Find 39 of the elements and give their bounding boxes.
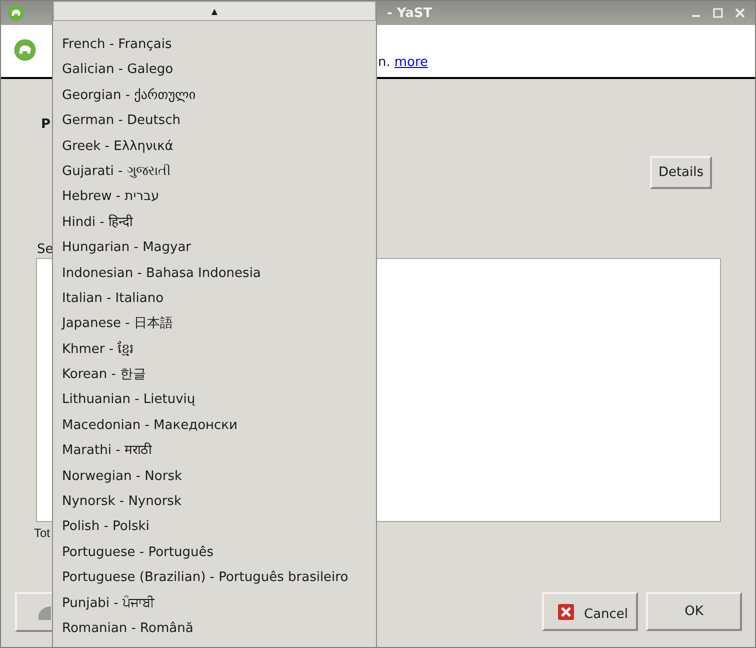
dropdown-item[interactable]: Lithuanian - Lietuvių xyxy=(53,387,376,413)
dropdown-item[interactable]: German - Deutsch xyxy=(53,108,376,134)
dropdown-item[interactable]: Portuguese (Brazilian) - Português brasileiro xyxy=(53,565,376,591)
list-label: Se xyxy=(37,242,54,257)
dropdown-item[interactable]: Indonesian - Bahasa Indonesia xyxy=(53,260,376,286)
dropdown-item[interactable]: Norwegian - Norsk xyxy=(53,464,376,490)
dropdown-item[interactable]: Hindi - हिन्दी xyxy=(53,210,376,236)
total-label: Tot xyxy=(34,526,50,540)
scroll-up-button[interactable]: ▲ xyxy=(53,1,376,21)
dropdown-item[interactable]: Nynorsk - Nynorsk xyxy=(53,489,376,514)
window-title: - YaST xyxy=(387,6,432,20)
dropdown-item[interactable]: Hungarian - Magyar xyxy=(53,235,376,261)
ok-button[interactable]: OK xyxy=(646,592,742,631)
dropdown-item[interactable]: French - Français xyxy=(53,32,376,58)
dropdown-item[interactable]: Portuguese - Português xyxy=(53,540,376,566)
more-link[interactable]: more xyxy=(394,55,428,70)
dropdown-item[interactable]: Macedonian - Македонски xyxy=(53,412,376,438)
close-icon[interactable] xyxy=(735,8,745,18)
cancel-button[interactable]: Cancel xyxy=(542,592,638,631)
dropdown-item[interactable]: Punjabi - ਪੰਜਾਬੀ xyxy=(53,590,376,616)
dropdown-item[interactable]: Marathi - मराठी xyxy=(53,438,376,464)
dropdown-item[interactable]: Romanian - Română xyxy=(53,616,376,642)
dropdown-item[interactable]: Polish - Polski xyxy=(53,514,376,540)
dropdown-item[interactable]: Georgian - ქართული xyxy=(53,82,376,108)
dropdown-item[interactable]: Gujarati - ગુજરાતી xyxy=(53,158,376,184)
app-logo-icon xyxy=(7,4,25,22)
header-text: n. xyxy=(378,55,390,70)
app-logo-icon xyxy=(13,38,37,62)
dropdown-item[interactable]: Hebrew - עברית xyxy=(53,184,376,210)
dropdown-item[interactable]: Korean - 한글 xyxy=(53,362,376,388)
dropdown-item[interactable]: Japanese - 日本語 xyxy=(53,311,376,337)
dropdown-item[interactable]: Greek - Ελληνικά xyxy=(53,134,376,159)
dropdown-item[interactable]: Khmer - ខ្មែរ xyxy=(53,336,376,362)
maximize-icon[interactable] xyxy=(713,8,723,18)
dropdown-item[interactable]: Italian - Italiano xyxy=(53,286,376,312)
cancel-icon xyxy=(558,604,574,620)
details-button[interactable]: Details xyxy=(650,156,712,189)
section-label: P xyxy=(41,117,51,132)
dropdown-item[interactable]: Galician - Galego xyxy=(53,57,376,83)
